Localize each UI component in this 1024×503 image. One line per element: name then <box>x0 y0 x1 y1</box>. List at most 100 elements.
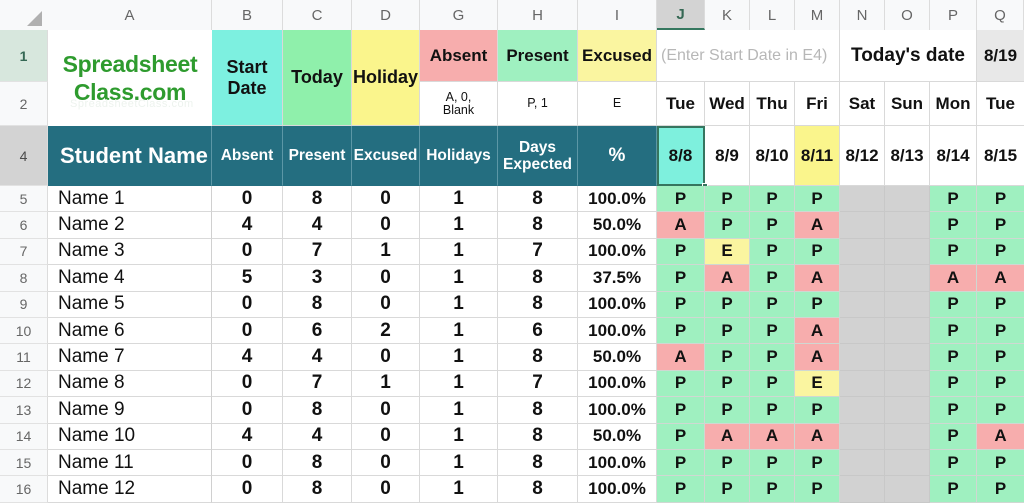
present-count-cell[interactable]: 4 <box>283 423 352 450</box>
days-expected-cell[interactable]: 8 <box>498 476 578 503</box>
legend-absent[interactable]: Absent <box>420 30 498 82</box>
attendance-cell-m[interactable]: A <box>795 318 840 345</box>
attendance-cell-j[interactable]: P <box>657 450 705 477</box>
column-header-i[interactable]: I <box>578 0 657 30</box>
excused-count-cell[interactable]: 0 <box>352 450 420 477</box>
attendance-cell-j[interactable]: A <box>657 344 705 371</box>
absent-count-cell[interactable]: 0 <box>212 476 283 503</box>
attendance-cell-q[interactable]: P <box>977 318 1024 345</box>
excused-count-cell[interactable]: 0 <box>352 186 420 213</box>
column-header-bar[interactable]: ABCDGHIJKLMNOPQ <box>0 0 1024 31</box>
column-header-l[interactable]: L <box>750 0 795 30</box>
attendance-cell-n[interactable] <box>840 370 885 398</box>
column-header-g[interactable]: G <box>420 0 498 30</box>
absent-count-cell[interactable]: 4 <box>212 423 283 450</box>
days-expected-cell[interactable]: 7 <box>498 370 578 398</box>
attendance-cell-p[interactable]: P <box>930 291 977 318</box>
present-count-cell[interactable]: 8 <box>283 450 352 477</box>
holidays-count-cell[interactable]: 1 <box>420 186 498 213</box>
row-header-7[interactable]: 7 <box>0 238 48 266</box>
attendance-cell-l[interactable]: P <box>750 397 795 424</box>
attendance-cell-l[interactable]: P <box>750 476 795 503</box>
row-header-14[interactable]: 14 <box>0 423 48 450</box>
attendance-cell-n[interactable] <box>840 212 885 239</box>
th-present[interactable]: Present <box>283 126 352 186</box>
attendance-cell-j[interactable]: P <box>657 318 705 345</box>
attendance-cell-q[interactable]: P <box>977 476 1024 503</box>
th-absent[interactable]: Absent <box>212 126 283 186</box>
attendance-cell-k[interactable]: P <box>705 291 750 318</box>
attendance-cell-k[interactable]: A <box>705 423 750 450</box>
student-name-cell[interactable]: Name 12 <box>48 476 212 503</box>
attendance-cell-l[interactable]: A <box>750 423 795 450</box>
date-cell-o[interactable]: 8/13 <box>885 126 930 186</box>
attendance-cell-l[interactable]: P <box>750 370 795 398</box>
present-count-cell[interactable]: 8 <box>283 476 352 503</box>
attendance-cell-n[interactable] <box>840 186 885 213</box>
attendance-cell-q[interactable]: P <box>977 186 1024 213</box>
days-expected-cell[interactable]: 8 <box>498 397 578 424</box>
attendance-cell-j[interactable]: A <box>657 212 705 239</box>
row-header-8[interactable]: 8 <box>0 265 48 292</box>
holidays-count-cell[interactable]: 1 <box>420 344 498 371</box>
excused-count-cell[interactable]: 1 <box>352 238 420 266</box>
attendance-cell-o[interactable] <box>885 265 930 292</box>
date-cell-q[interactable]: 8/15 <box>977 126 1024 186</box>
attendance-cell-j[interactable]: P <box>657 291 705 318</box>
excused-count-cell[interactable]: 0 <box>352 397 420 424</box>
th-days-expected[interactable]: Days Expected <box>498 126 578 186</box>
attendance-cell-n[interactable] <box>840 318 885 345</box>
holidays-count-cell[interactable]: 1 <box>420 238 498 266</box>
attendance-cell-q[interactable]: P <box>977 344 1024 371</box>
absent-count-cell[interactable]: 5 <box>212 265 283 292</box>
student-name-cell[interactable]: Name 4 <box>48 265 212 292</box>
attendance-cell-p[interactable]: P <box>930 344 977 371</box>
th-holidays[interactable]: Holidays <box>420 126 498 186</box>
attendance-cell-l[interactable]: P <box>750 318 795 345</box>
attendance-cell-p[interactable]: A <box>930 265 977 292</box>
attendance-cell-l[interactable]: P <box>750 291 795 318</box>
holidays-count-cell[interactable]: 1 <box>420 291 498 318</box>
row-header-6[interactable]: 6 <box>0 212 48 239</box>
attendance-cell-k[interactable]: P <box>705 318 750 345</box>
attendance-cell-n[interactable] <box>840 476 885 503</box>
excused-count-cell[interactable]: 0 <box>352 423 420 450</box>
legend-today[interactable]: Today <box>283 30 352 126</box>
attendance-cell-m[interactable]: P <box>795 291 840 318</box>
student-name-cell[interactable]: Name 10 <box>48 423 212 450</box>
attendance-cell-j[interactable]: P <box>657 265 705 292</box>
excused-count-cell[interactable]: 0 <box>352 344 420 371</box>
attendance-cell-k[interactable]: P <box>705 344 750 371</box>
row-header-1[interactable]: 1 <box>0 30 48 82</box>
holidays-count-cell[interactable]: 1 <box>420 476 498 503</box>
row-header-15[interactable]: 15 <box>0 450 48 477</box>
column-header-h[interactable]: H <box>498 0 578 30</box>
attendance-cell-m[interactable]: A <box>795 212 840 239</box>
attendance-cell-o[interactable] <box>885 423 930 450</box>
percent-cell[interactable]: 100.0% <box>578 318 657 345</box>
attendance-cell-n[interactable] <box>840 344 885 371</box>
select-all-corner[interactable] <box>0 0 49 30</box>
days-expected-cell[interactable]: 8 <box>498 186 578 213</box>
legend-excused[interactable]: Excused <box>578 30 657 82</box>
attendance-cell-p[interactable]: P <box>930 212 977 239</box>
column-header-n[interactable]: N <box>840 0 885 30</box>
legend-excused-codes[interactable]: E <box>578 82 657 126</box>
days-expected-cell[interactable]: 8 <box>498 212 578 239</box>
row-header-12[interactable]: 12 <box>0 370 48 398</box>
attendance-cell-k[interactable]: P <box>705 186 750 213</box>
attendance-cell-p[interactable]: P <box>930 370 977 398</box>
column-header-c[interactable]: C <box>283 0 352 30</box>
column-header-j[interactable]: J <box>657 0 705 30</box>
attendance-cell-j[interactable]: P <box>657 238 705 266</box>
attendance-cell-m[interactable]: P <box>795 397 840 424</box>
present-count-cell[interactable]: 6 <box>283 318 352 345</box>
attendance-cell-o[interactable] <box>885 344 930 371</box>
attendance-cell-p[interactable]: P <box>930 238 977 266</box>
days-expected-cell[interactable]: 6 <box>498 318 578 345</box>
date-cell-m[interactable]: 8/11 <box>795 126 840 186</box>
attendance-cell-k[interactable]: P <box>705 370 750 398</box>
date-cell-l[interactable]: 8/10 <box>750 126 795 186</box>
days-expected-cell[interactable]: 8 <box>498 450 578 477</box>
student-name-cell[interactable]: Name 11 <box>48 450 212 477</box>
